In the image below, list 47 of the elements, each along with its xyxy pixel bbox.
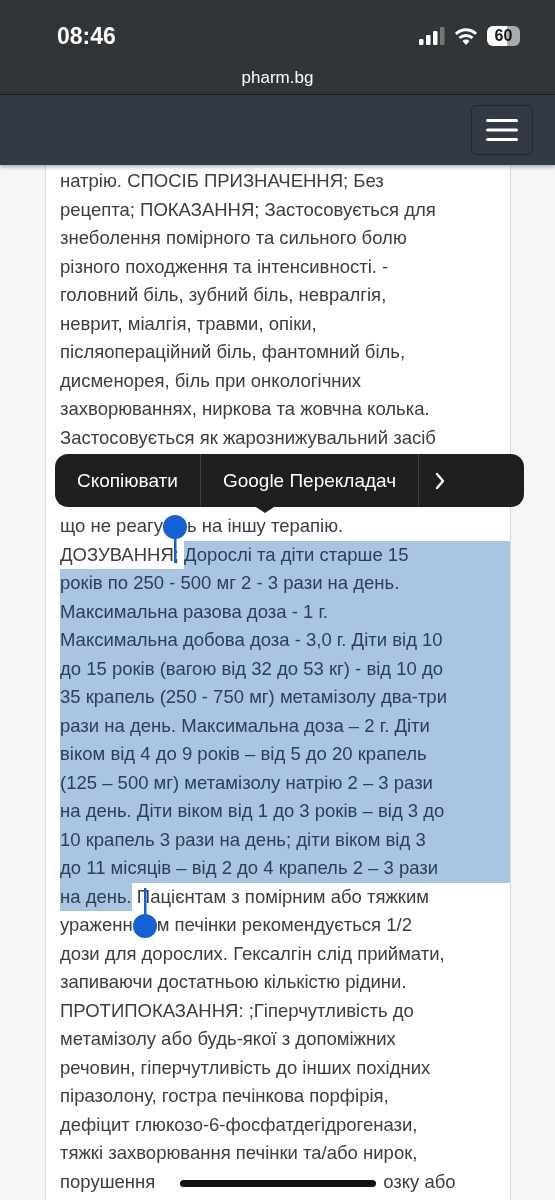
- text-line: захворюваннях, ниркова та жовчна колька.: [60, 397, 430, 421]
- text-line: дисменорея, біль при онкологічних: [60, 368, 362, 393]
- selected-text: на день. Діти віком від 1 до 3 років – від 3 до: [60, 797, 510, 826]
- selected-text: Дорослі та діти старше 15: [184, 540, 510, 569]
- text-line: головний біль, зубний біль, невралгія,: [60, 283, 387, 307]
- text-line: знеболення помірного та сильного болю: [60, 226, 407, 250]
- menu-item[interactable]: Google Перекладач: [200, 454, 420, 507]
- text-line: різного походження та інтенсивності. -: [60, 254, 389, 279]
- text-line: порушення: [60, 1169, 156, 1194]
- text-line: піразолону, гостра печінкова порфірія,: [60, 1084, 389, 1108]
- text-line: рецепта; ПОКАЗАННЯ; Застосовується для: [60, 197, 436, 222]
- selected-text: (125 – 500 мг) метамізолу натрію 2 – 3 рази: [60, 768, 510, 797]
- text-line: неврит, міалгія, травми, опіки,: [60, 311, 317, 336]
- text-line: тяжкі захворювання печінки та/або нирок,: [60, 1141, 418, 1165]
- menu-item[interactable]: Скопіювати: [55, 454, 201, 507]
- text-line: озку або: [383, 1169, 456, 1194]
- chevron-right-icon: [435, 471, 446, 490]
- text-line: м печінки рекомендується 1/2: [156, 913, 412, 937]
- selected-text: до 11 місяців – від 2 до 4 крапель 2 – 3 рази: [60, 854, 510, 883]
- text-line: ь на іншу терапію.: [186, 514, 344, 538]
- selected-text: 10 крапель 3 рази на день; діти віком від 3: [60, 825, 510, 854]
- text-line: речовин, гіперчутливість до інших похідних: [60, 1055, 431, 1080]
- menu-button[interactable]: [471, 105, 533, 155]
- menu-icon: [486, 119, 518, 141]
- battery-level: 60: [494, 27, 513, 45]
- selected-text: на день.: [60, 882, 132, 911]
- text-line: ПРОТИПОКАЗАННЯ: ;Гіперчутливість до: [60, 998, 414, 1023]
- url-text: pharm.bg: [240, 67, 315, 88]
- text-line: дози для дорослих. Гексалгін слід приймати,: [60, 941, 445, 966]
- text-line: післяопераційний біль, фантомний біль,: [60, 340, 406, 364]
- text-line: запиваючи достатньою кількістю рідини.: [60, 970, 407, 994]
- selected-text: Максимальна добова доза - 3,0 г. Діти від 10: [60, 626, 510, 655]
- selected-text: Максимальна разова доза - 1 г.: [60, 597, 510, 626]
- text-line: метамізолу або будь-якої з допоміжних: [60, 1027, 396, 1051]
- text-line: натрію. СПОСІБ ПРИЗНАЧЕННЯ; Без: [60, 169, 384, 193]
- text-line: що не реагу: [60, 514, 163, 538]
- selected-text: до 15 років (вагою від 32 до 53 кг) - від 10 до: [60, 654, 510, 683]
- text-line: ураженн: [60, 913, 133, 937]
- text-line: Застосовується як жарознижувальний засіб: [60, 425, 436, 450]
- selected-text: віком від 4 до 9 років – від 5 до 20 крапель: [60, 740, 510, 769]
- status-time: 08:46: [57, 22, 116, 50]
- selected-text: 35 крапель (250 - 750 мг) метамізолу два-три: [60, 683, 510, 712]
- wifi-icon: [454, 27, 478, 45]
- selected-text: років по 250 - 500 мг 2 - 3 рази на день.: [60, 569, 510, 598]
- text-line: дефіцит глюкозо-6-фосфатдегідрогенази,: [60, 1112, 418, 1137]
- signal-icon: [419, 27, 445, 45]
- selected-text: рази на день. Максимальна доза – 2 г. Діти: [60, 711, 510, 740]
